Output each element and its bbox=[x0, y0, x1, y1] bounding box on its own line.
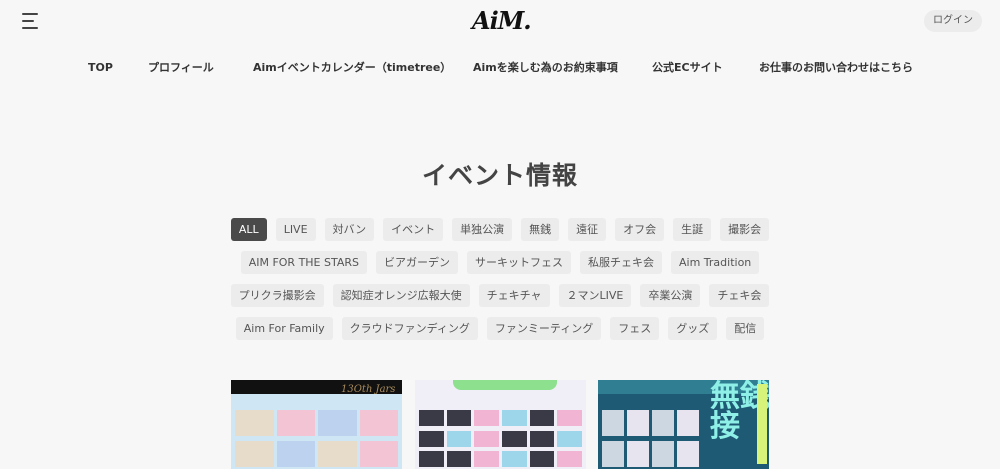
filter-chip[interactable]: 卒業公演 bbox=[640, 284, 701, 307]
filter-chip[interactable]: チェキ会 bbox=[709, 284, 770, 307]
event-card-banner-text: 13Oth Jars bbox=[341, 384, 396, 395]
filter-chip[interactable]: 認知症オレンジ広報大使 bbox=[332, 284, 470, 307]
event-card-banner bbox=[453, 380, 557, 390]
filter-chip[interactable]: Aim Tradition bbox=[671, 251, 760, 274]
nav-item-event-calendar[interactable]: Aimイベントカレンダー（timetree） bbox=[253, 58, 451, 78]
filter-chip[interactable]: LIVE bbox=[275, 218, 316, 241]
filter-row-1: ALL LIVE 対バン イベント 単独公演 無銭 遠征 オフ会 生誕 撮影会 bbox=[0, 218, 1000, 242]
filter-chip[interactable]: サーキットフェス bbox=[467, 251, 572, 274]
filter-chip[interactable]: 遠征 bbox=[568, 218, 607, 241]
event-card[interactable] bbox=[415, 380, 586, 469]
filter-chip[interactable]: 対バン bbox=[324, 218, 375, 241]
hamburger-menu-icon[interactable] bbox=[22, 13, 40, 29]
login-button[interactable]: ログイン bbox=[924, 10, 982, 32]
nav-item-ec-site[interactable]: 公式ECサイト bbox=[652, 58, 723, 78]
nav-item-rules[interactable]: Aimを楽しむ為のお約束事項 bbox=[473, 58, 618, 78]
event-card-image bbox=[602, 410, 699, 469]
event-card-image bbox=[235, 410, 398, 469]
filter-chip[interactable]: グッズ bbox=[668, 317, 718, 340]
event-card-list: 13Oth Jars 無銭接 bbox=[231, 380, 771, 469]
event-card[interactable]: 13Oth Jars bbox=[231, 380, 402, 469]
site-logo[interactable]: AiM. bbox=[472, 6, 532, 36]
filter-row-2: AIM FOR THE STARS ビアガーデン サーキットフェス 私服チェキ会… bbox=[0, 251, 1000, 275]
event-card-image bbox=[419, 410, 582, 469]
filter-chip[interactable]: 単独公演 bbox=[452, 218, 513, 241]
filter-chip[interactable]: 配信 bbox=[726, 317, 765, 340]
filter-chip[interactable]: 無銭 bbox=[521, 218, 560, 241]
filter-chip[interactable]: オフ会 bbox=[615, 218, 665, 241]
filter-row-4: Aim For Family クラウドファンディング ファンミーティング フェス… bbox=[0, 317, 1000, 341]
filter-chip-all[interactable]: ALL bbox=[230, 218, 267, 241]
site-header: AiM. ログイン bbox=[0, 0, 1000, 44]
filter-chip[interactable]: チェキチャ bbox=[478, 284, 550, 307]
filter-chip[interactable]: AIM FOR THE STARS bbox=[240, 251, 368, 274]
filter-chip[interactable]: プリクラ撮影会 bbox=[230, 284, 324, 307]
filter-chip[interactable]: 生誕 bbox=[673, 218, 712, 241]
filter-chip[interactable]: ２マンLIVE bbox=[558, 284, 632, 307]
filter-chip[interactable]: イベント bbox=[383, 218, 444, 241]
nav-item-profile[interactable]: プロフィール bbox=[148, 58, 214, 78]
event-card-decoration bbox=[757, 384, 767, 464]
filter-chip[interactable]: フェス bbox=[610, 317, 660, 340]
filter-chip[interactable]: ファンミーティング bbox=[486, 317, 602, 340]
page-title: イベント情報 bbox=[421, 161, 578, 190]
filter-chip[interactable]: 撮影会 bbox=[720, 218, 770, 241]
filter-chip[interactable]: クラウドファンディング bbox=[341, 317, 478, 340]
nav-item-contact[interactable]: お仕事のお問い合わせはこちら bbox=[759, 58, 913, 78]
filter-chip[interactable]: ビアガーデン bbox=[376, 251, 459, 274]
event-card[interactable]: 無銭接 bbox=[598, 380, 769, 469]
global-nav: TOP プロフィール Aimイベントカレンダー（timetree） Aimを楽し… bbox=[0, 58, 1000, 78]
nav-item-top[interactable]: TOP bbox=[88, 58, 113, 78]
filter-row-3: プリクラ撮影会 認知症オレンジ広報大使 チェキチャ ２マンLIVE 卒業公演 チ… bbox=[0, 284, 1000, 308]
filter-chip[interactable]: 私服チェキ会 bbox=[580, 251, 663, 274]
filter-chip[interactable]: Aim For Family bbox=[235, 317, 333, 340]
